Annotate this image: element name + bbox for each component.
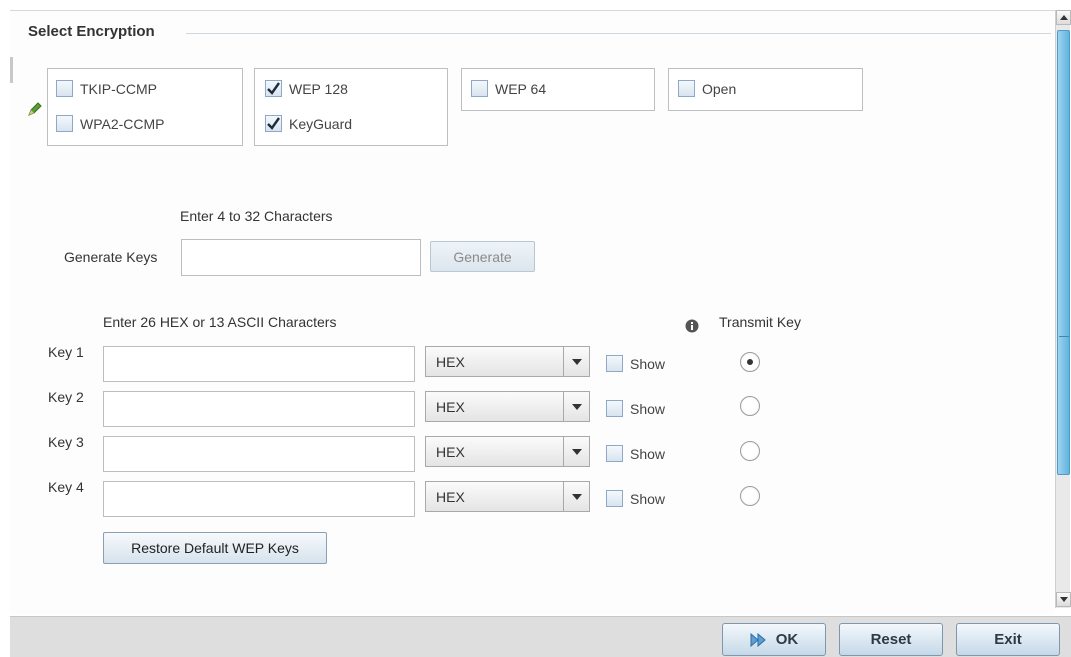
key-4-show[interactable]: Show xyxy=(606,490,665,507)
key-4-format-select[interactable]: HEX xyxy=(425,481,590,512)
key-1-format-value: HEX xyxy=(436,353,465,370)
key-3-format-value: HEX xyxy=(436,443,465,460)
wpa2-ccmp-label: WPA2-CCMP xyxy=(80,115,165,132)
open-checkbox[interactable] xyxy=(678,80,695,97)
key-1-format-select[interactable]: HEX xyxy=(425,346,590,377)
keyguard-label: KeyGuard xyxy=(289,115,353,132)
restore-default-wep-keys-button[interactable]: Restore Default WEP Keys xyxy=(103,532,327,564)
chevron-down-icon[interactable] xyxy=(563,392,589,421)
chevron-down-icon[interactable] xyxy=(563,437,589,466)
chevron-down-icon[interactable] xyxy=(563,347,589,376)
key-1-show-label: Show xyxy=(630,355,666,372)
encryption-group-wep64: WEP 64 xyxy=(461,68,655,111)
option-open[interactable]: Open xyxy=(678,80,736,97)
settings-panel: Select Encryption TKIP-CCMP WPA2-CCMP WE… xyxy=(10,10,1055,615)
key-2-show-label: Show xyxy=(630,400,666,417)
keys-hint: Enter 26 HEX or 13 ASCII Characters xyxy=(103,314,337,330)
encryption-group-open: Open xyxy=(668,68,863,111)
key-1-show[interactable]: Show xyxy=(606,355,665,372)
key-3-label: Key 3 xyxy=(48,434,84,450)
transmit-key-label: Transmit Key xyxy=(719,314,801,330)
chevron-down-icon[interactable] xyxy=(563,482,589,511)
pencil-icon xyxy=(28,102,42,116)
key-1-label: Key 1 xyxy=(48,344,84,360)
key-4-show-label: Show xyxy=(630,490,666,507)
key-2-show[interactable]: Show xyxy=(606,400,665,417)
tkip-ccmp-label: TKIP-CCMP xyxy=(80,80,157,97)
key-4-label: Key 4 xyxy=(48,479,84,495)
scrollbar-grip xyxy=(1059,336,1069,337)
generate-button[interactable]: Generate xyxy=(430,241,535,272)
key-4-format-value: HEX xyxy=(436,488,465,505)
key-3-format-select[interactable]: HEX xyxy=(425,436,590,467)
option-tkip-ccmp[interactable]: TKIP-CCMP xyxy=(56,80,157,97)
key-2-format-select[interactable]: HEX xyxy=(425,391,590,422)
panel-edge-marker xyxy=(10,57,13,83)
option-wpa2-ccmp[interactable]: WPA2-CCMP xyxy=(56,115,165,132)
scroll-up-button[interactable] xyxy=(1056,10,1071,25)
exit-button[interactable]: Exit xyxy=(956,623,1060,656)
generate-keys-label: Generate Keys xyxy=(64,249,158,265)
key-2-show-checkbox[interactable] xyxy=(606,400,623,417)
footer-bar: OK Reset Exit xyxy=(10,616,1071,657)
encryption-group-tkip-wpa2: TKIP-CCMP WPA2-CCMP xyxy=(47,68,243,146)
wep64-checkbox[interactable] xyxy=(471,80,488,97)
generate-keys-input[interactable] xyxy=(181,239,421,276)
option-wep64[interactable]: WEP 64 xyxy=(471,80,546,97)
transmit-key-4-radio[interactable] xyxy=(740,486,760,506)
generate-hint: Enter 4 to 32 Characters xyxy=(180,208,333,224)
key-3-show-checkbox[interactable] xyxy=(606,445,623,462)
arrow-up-icon xyxy=(1059,15,1068,20)
wep128-label: WEP 128 xyxy=(289,80,348,97)
encryption-group-wep128-keyguard: WEP 128 KeyGuard xyxy=(254,68,448,146)
key-3-input[interactable] xyxy=(103,436,415,472)
key-3-show-label: Show xyxy=(630,445,666,462)
transmit-key-3-radio[interactable] xyxy=(740,441,760,461)
tkip-ccmp-checkbox[interactable] xyxy=(56,80,73,97)
key-4-input[interactable] xyxy=(103,481,415,517)
vertical-scrollbar[interactable] xyxy=(1055,10,1071,608)
transmit-key-1-radio[interactable] xyxy=(740,352,760,372)
key-2-input[interactable] xyxy=(103,391,415,427)
key-2-label: Key 2 xyxy=(48,389,84,405)
scrollbar-thumb[interactable] xyxy=(1057,30,1070,475)
key-4-show-checkbox[interactable] xyxy=(606,490,623,507)
key-1-show-checkbox[interactable] xyxy=(606,355,623,372)
wep64-label: WEP 64 xyxy=(495,80,547,97)
scroll-down-button[interactable] xyxy=(1056,592,1071,607)
transmit-key-2-radio[interactable] xyxy=(740,396,760,416)
keyguard-checkbox[interactable] xyxy=(265,115,282,132)
info-icon xyxy=(685,319,699,333)
key-3-show[interactable]: Show xyxy=(606,445,665,462)
arrow-down-icon xyxy=(1059,597,1068,602)
option-wep128[interactable]: WEP 128 xyxy=(265,80,348,97)
section-title: Select Encryption xyxy=(28,23,155,40)
ok-label: OK xyxy=(775,631,799,648)
wep128-checkbox[interactable] xyxy=(265,80,282,97)
open-label: Open xyxy=(702,80,737,97)
key-2-format-value: HEX xyxy=(436,398,465,415)
wpa2-ccmp-checkbox[interactable] xyxy=(56,115,73,132)
play-icon xyxy=(750,632,766,647)
option-keyguard[interactable]: KeyGuard xyxy=(265,115,352,132)
section-divider xyxy=(186,33,1051,34)
key-1-input[interactable] xyxy=(103,346,415,382)
ok-button[interactable]: OK xyxy=(722,623,826,656)
reset-button[interactable]: Reset xyxy=(839,623,943,656)
